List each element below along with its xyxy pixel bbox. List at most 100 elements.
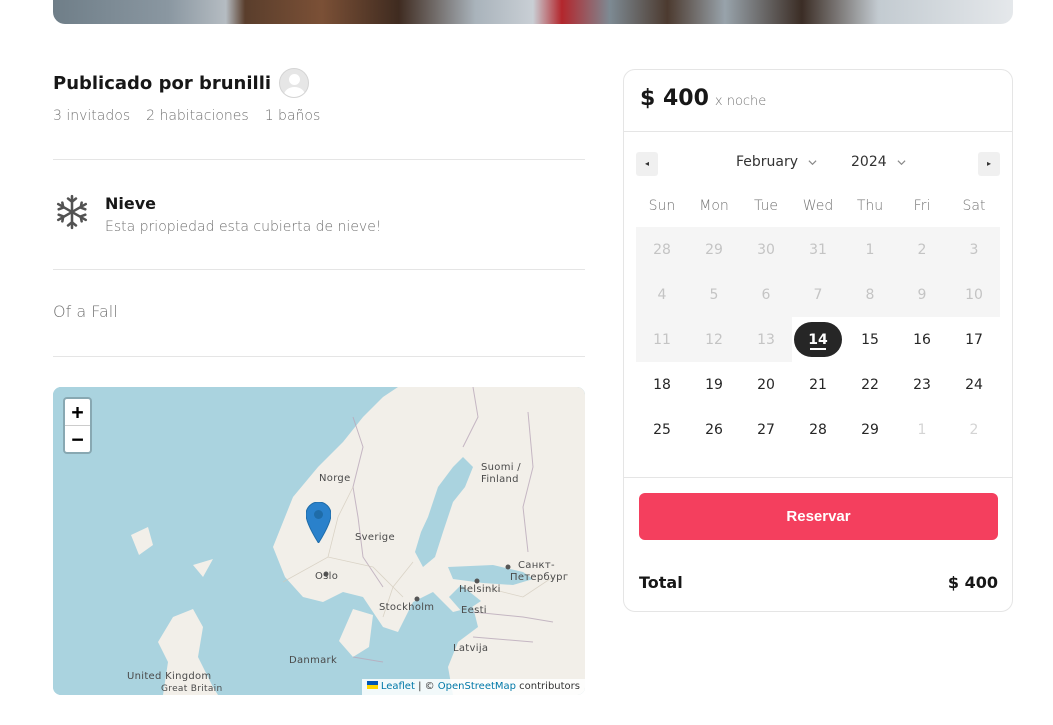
- calendar-day[interactable]: 26: [688, 407, 740, 452]
- calendar-day-number: 13: [757, 331, 775, 348]
- feature-title: Nieve: [105, 194, 157, 213]
- calendar-day-number: 2: [969, 421, 979, 438]
- calendar-day: 29: [688, 227, 740, 272]
- calendar-day[interactable]: 29: [844, 407, 896, 452]
- weekday-label: Mon: [699, 198, 729, 214]
- calendar-day[interactable]: 24: [948, 362, 1000, 407]
- calendar-day: 12: [688, 317, 740, 362]
- weekday-label: Wed: [802, 198, 834, 214]
- calendar-day-number: 29: [861, 421, 879, 438]
- year-select[interactable]: 2024: [851, 154, 906, 170]
- total-label: Total: [639, 573, 683, 592]
- calendar-nav: ◂ February 2024 ▸: [636, 152, 1000, 176]
- calendar-day-number: 28: [653, 241, 671, 258]
- zoom-out-button[interactable]: −: [65, 425, 90, 451]
- prev-month-button[interactable]: ◂: [636, 152, 658, 176]
- calendar-day-number: 29: [705, 241, 723, 258]
- calendar-day[interactable]: 23: [896, 362, 948, 407]
- calendar-day-number: 30: [757, 241, 775, 258]
- bathrooms-count: 1 baños: [264, 108, 321, 124]
- calendar-day: 6: [740, 272, 792, 317]
- map-attribution: Leaflet | © OpenStreetMap contributors: [361, 679, 585, 695]
- calendar-day[interactable]: 22: [844, 362, 896, 407]
- listing-description: Of a Fall: [53, 302, 118, 321]
- calendar-day[interactable]: 19: [688, 362, 740, 407]
- calendar-day-number: 15: [861, 331, 879, 348]
- map-label-danmark: Danmark: [289, 655, 338, 666]
- calendar-day-number: 1: [865, 241, 875, 258]
- divider: [624, 477, 1012, 478]
- calendar-day[interactable]: 21: [792, 362, 844, 407]
- calendar-day-number: 1: [917, 421, 927, 438]
- divider: [53, 356, 585, 357]
- calendar-day-number: 5: [709, 286, 719, 303]
- calendar-day-number: 19: [705, 376, 723, 393]
- host-avatar: [279, 68, 310, 98]
- weekday-label: Sat: [962, 198, 986, 214]
- calendar-day: 1: [896, 407, 948, 452]
- zoom-in-button[interactable]: +: [65, 399, 90, 425]
- reserve-button[interactable]: Reservar: [639, 493, 998, 540]
- month-select-value: February: [736, 154, 799, 170]
- map-label-norge: Norge: [319, 473, 351, 484]
- total-value: $ 400: [947, 573, 998, 592]
- calendar-day[interactable]: 15: [844, 317, 896, 362]
- calendar-day[interactable]: 28: [792, 407, 844, 452]
- divider: [624, 131, 1012, 132]
- calendar-day-number: 18: [653, 376, 671, 393]
- map-zoom-control: + −: [63, 397, 92, 454]
- calendar-day[interactable]: 18: [636, 362, 688, 407]
- month-select[interactable]: February: [736, 154, 817, 170]
- calendar-day: 28: [636, 227, 688, 272]
- calendar-day: 30: [740, 227, 792, 272]
- map-label-latvija: Latvija: [453, 643, 489, 654]
- calendar-day[interactable]: 20: [740, 362, 792, 407]
- calendar-day: 1: [844, 227, 896, 272]
- calendar-day[interactable]: 25: [636, 407, 688, 452]
- calendar-day-number: 14: [794, 322, 842, 357]
- calendar-day-number: 7: [813, 286, 823, 303]
- calendar-day: 5: [688, 272, 740, 317]
- weekday-label: Thu: [856, 198, 884, 214]
- calendar-day-number: 21: [809, 376, 827, 393]
- location-map[interactable]: Norge Sverige Suomi / Finland Oslo Stock…: [53, 387, 585, 695]
- listing-stats: 3 invitados 2 habitaciones 1 baños: [53, 108, 320, 124]
- attribution-contributors: contributors: [516, 681, 580, 692]
- calendar-day-number: 11: [653, 331, 671, 348]
- calendar-day-number: 6: [761, 286, 771, 303]
- calendar-days: 28 29 30 31 1 2 3 4 5 6 7 8 9 10 11 12 13 14 15 16 17 18 19 20 2…: [636, 227, 1000, 452]
- feature-description: Esta priopiedad esta cubierta de nieve!: [105, 219, 382, 235]
- chevron-down-icon: [808, 159, 817, 165]
- calendar-day: 4: [636, 272, 688, 317]
- calendar-day-number: 24: [965, 376, 983, 393]
- calendar-day: 7: [792, 272, 844, 317]
- osm-link[interactable]: OpenStreetMap: [438, 681, 516, 692]
- calendar-day[interactable]: 17: [948, 317, 1000, 362]
- calendar-day-number: 27: [757, 421, 775, 438]
- calendar-day-number: 12: [705, 331, 723, 348]
- next-month-button[interactable]: ▸: [978, 152, 1000, 176]
- calendar-day-number: 16: [913, 331, 931, 348]
- calendar-day-number: 9: [917, 286, 927, 303]
- calendar-day[interactable]: 16: [896, 317, 948, 362]
- calendar-day-number: 22: [861, 376, 879, 393]
- calendar-day[interactable]: 27: [740, 407, 792, 452]
- calendar-day-number: 3: [969, 241, 979, 258]
- calendar-day-selected[interactable]: 14: [792, 317, 844, 362]
- map-label-eesti: Eesti: [461, 605, 487, 616]
- guests-count: 3 invitados: [53, 108, 131, 124]
- chevron-down-icon: [897, 159, 906, 165]
- weekday-label: Fri: [913, 198, 931, 214]
- map-label-stockholm: Stockholm: [379, 602, 435, 613]
- map-label-uk: United Kingdom: [127, 671, 212, 682]
- snowflake-icon: [56, 194, 88, 230]
- map-label-gb: Great Britain: [161, 684, 223, 694]
- ukraine-flag-icon: [366, 681, 378, 689]
- map-marker-icon[interactable]: [306, 502, 331, 543]
- map-label-helsinki: Helsinki: [459, 584, 501, 595]
- map-label-finland: Finland: [481, 474, 519, 485]
- calendar-day: 3: [948, 227, 1000, 272]
- leaflet-link[interactable]: Leaflet: [381, 681, 415, 692]
- year-select-value: 2024: [851, 154, 887, 170]
- calendar-day-number: 4: [657, 286, 667, 303]
